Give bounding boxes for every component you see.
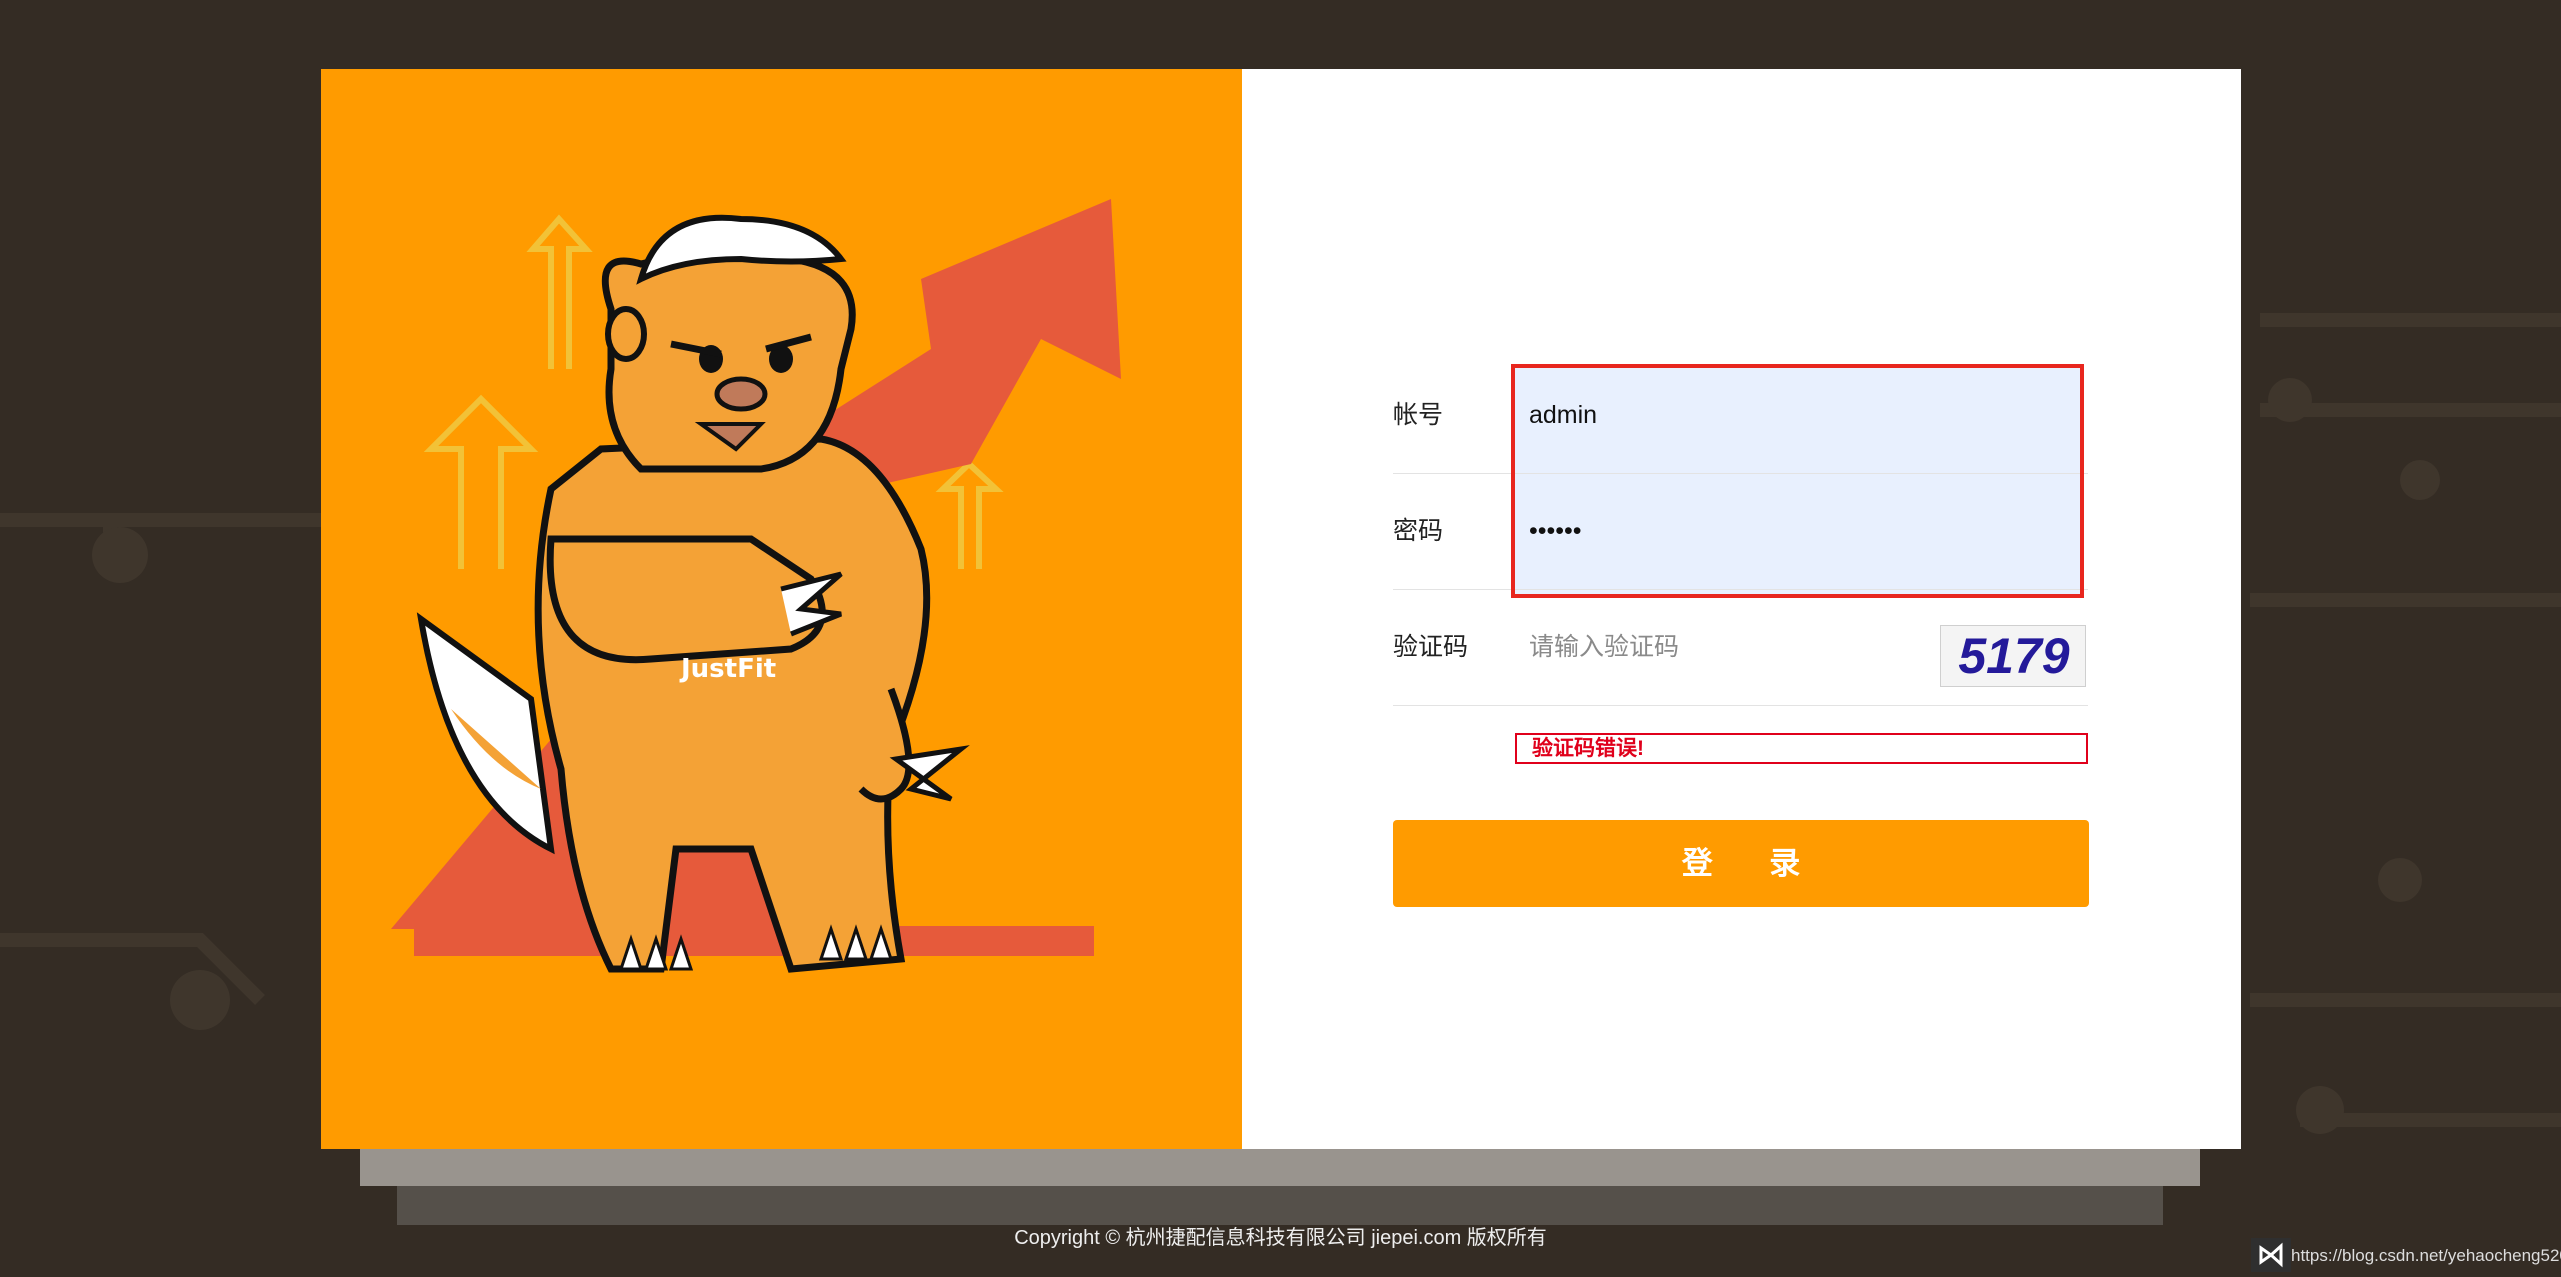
copyright-footer: Copyright © 杭州捷配信息科技有限公司 jiepei.com 版权所有 [1014, 1227, 1547, 1249]
captcha-code: 5179 [1958, 628, 2070, 684]
visual-studio-icon [2251, 1238, 2291, 1272]
account-label: 帐号 [1393, 401, 1444, 429]
watermark-url: https://blog.csdn.net/yehaocheng520 [2291, 1246, 2561, 1265]
credentials-highlight-box [1511, 364, 2084, 598]
captcha-error-message: 验证码错误! [1515, 733, 2088, 764]
mascot-logo-text: JustFit [679, 654, 776, 684]
captcha-label: 验证码 [1393, 633, 1469, 661]
login-button[interactable]: 登 录 [1393, 820, 2089, 907]
password-label: 密码 [1393, 517, 1444, 545]
captcha-image[interactable]: 5179 [1940, 625, 2086, 687]
honey-badger-mascot-illustration: JustFit [391, 199, 1121, 973]
captcha-input[interactable]: 请输入验证码 [1529, 589, 1679, 705]
mascot-panel: JustFit [321, 69, 1242, 1149]
